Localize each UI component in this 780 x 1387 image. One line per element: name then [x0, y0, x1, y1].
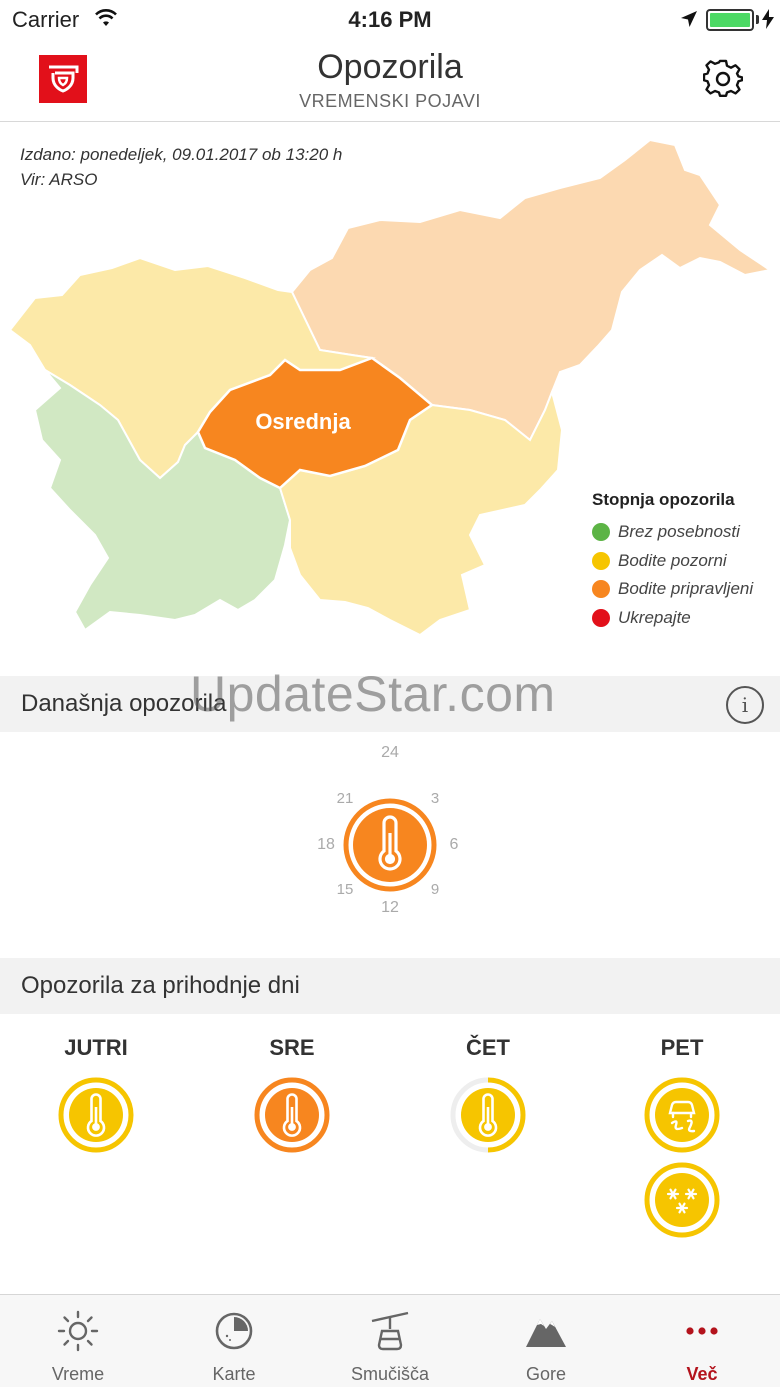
day-cet[interactable]: ČET: [428, 1035, 548, 1061]
page-subtitle: VREMENSKI POJAVI: [299, 91, 481, 111]
tab-label: Karte: [212, 1364, 256, 1384]
day-jutri-warning[interactable]: [56, 1075, 136, 1155]
sun-icon: [57, 1310, 99, 1352]
radar-icon: [215, 1312, 253, 1350]
day-pet[interactable]: PET: [622, 1035, 742, 1061]
day-sre-warning[interactable]: [252, 1075, 332, 1155]
cable-car-icon: [371, 1311, 409, 1351]
tab-smucisca[interactable]: Smučišča: [312, 1295, 468, 1387]
day-label: ČET: [466, 1035, 510, 1060]
yellow-dot-icon: [592, 551, 610, 570]
tab-karte[interactable]: Karte: [156, 1295, 312, 1387]
tab-gore[interactable]: Gore: [468, 1295, 624, 1387]
orange-dot-icon: [592, 580, 610, 599]
charging-bolt-icon: [762, 9, 774, 34]
day-jutri[interactable]: JUTRI: [36, 1035, 156, 1061]
tab-bar: Vreme Karte Smučišča Gore Več: [0, 1294, 780, 1387]
tab-vreme[interactable]: Vreme: [0, 1295, 156, 1387]
day-label: SRE: [269, 1035, 315, 1060]
location-arrow-icon: [680, 10, 698, 33]
mountain-icon: [526, 1319, 566, 1347]
tab-label: Smučišča: [350, 1364, 430, 1384]
legend-item-act: Ukrepajte: [592, 604, 753, 633]
settings-gear-icon[interactable]: [701, 57, 745, 101]
tab-label: Gore: [525, 1364, 567, 1384]
tab-label: Vreme: [51, 1364, 105, 1384]
green-dot-icon: [592, 523, 610, 542]
upcoming-title: Opozorila za prihodnje dni: [21, 972, 300, 999]
more-icon: [686, 1327, 718, 1335]
upcoming-section-header: Opozorila za prihodnje dni: [0, 958, 780, 1014]
today-warning-clock[interactable]: 24 3 6 9 12 15 18 21: [300, 744, 480, 935]
day-label: PET: [660, 1035, 704, 1060]
legend-item-none: Brez posebnosti: [592, 518, 753, 547]
map-region-label: Osrednja: [255, 409, 351, 434]
nav-header: Opozorila VREMENSKI POJAVI: [0, 40, 780, 122]
day-pet-warning-snow[interactable]: [642, 1160, 722, 1240]
day-pet-warning-road[interactable]: [642, 1075, 722, 1155]
battery-icon: [706, 9, 754, 31]
status-time: 4:16 PM: [348, 7, 432, 32]
tab-label: Več: [686, 1364, 718, 1384]
map-legend: Stopnja opozorila Brez posebnosti Bodite…: [592, 490, 753, 632]
watermark: UpdateStar.com: [190, 666, 556, 722]
legend-title: Stopnja opozorila: [592, 490, 735, 509]
status-bar: Carrier 4:16 PM: [0, 0, 780, 40]
tab-vec[interactable]: Več: [624, 1295, 780, 1387]
red-dot-icon: [592, 608, 610, 627]
legend-item-aware: Bodite pozorni: [592, 547, 753, 576]
day-sre[interactable]: SRE: [232, 1035, 352, 1061]
info-icon[interactable]: i: [726, 686, 764, 724]
day-cet-warning[interactable]: [448, 1075, 528, 1155]
day-label: JUTRI: [64, 1035, 128, 1060]
legend-item-prepared: Bodite pripravljeni: [592, 575, 753, 604]
page-title: Opozorila: [317, 48, 463, 86]
